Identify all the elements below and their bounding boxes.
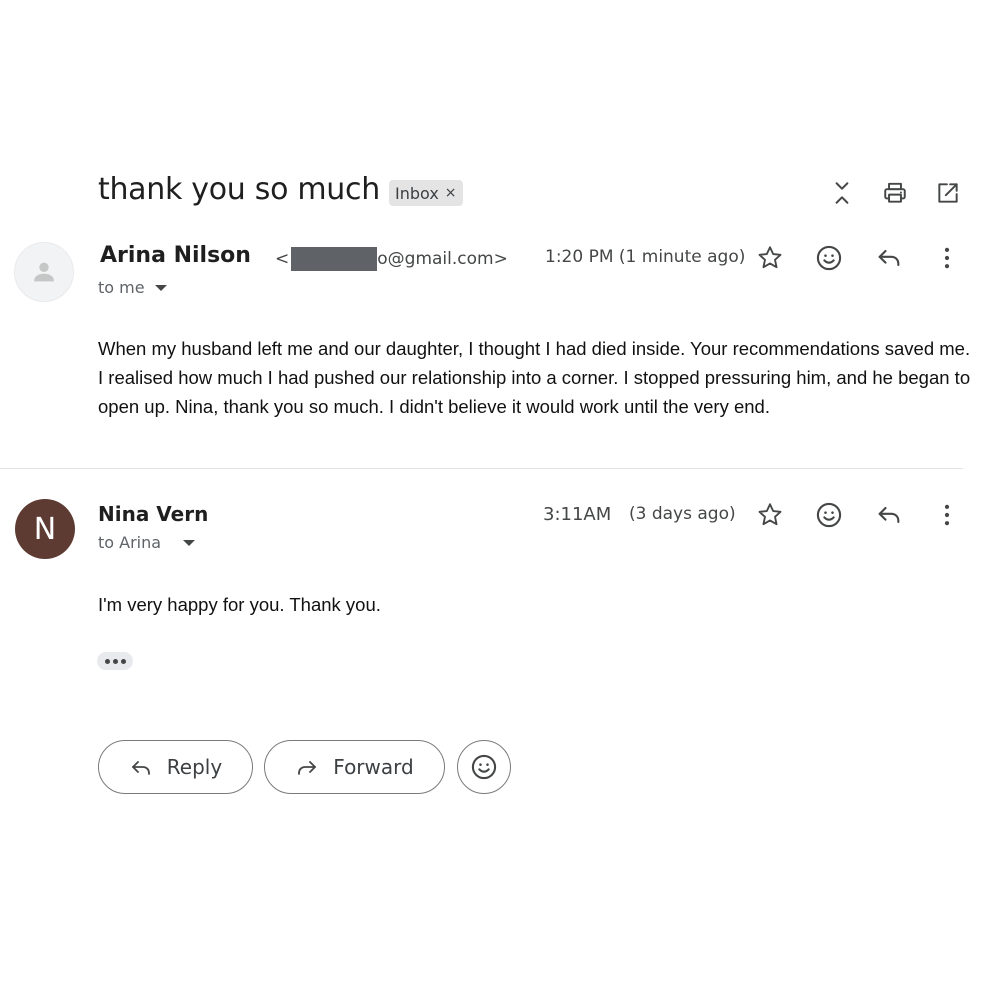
show-trimmed-content-button[interactable]: [97, 652, 133, 670]
person-icon: [34, 262, 54, 282]
star-icon[interactable]: [754, 499, 786, 531]
sender-name[interactable]: Nina Vern: [98, 502, 208, 526]
avatar[interactable]: [14, 242, 74, 302]
recipient-details[interactable]: to me: [98, 278, 167, 297]
reply-icon: [131, 761, 150, 775]
reply-icon[interactable]: [873, 499, 905, 531]
inbox-label-chip[interactable]: Inbox ×: [389, 180, 463, 206]
message-body: When my husband left me and our daughter…: [98, 338, 971, 417]
forward-icon: [298, 761, 317, 775]
reply-button-label: Reply: [166, 755, 223, 779]
dot-icon: [104, 658, 110, 664]
avatar[interactable]: N: [15, 499, 75, 559]
star-icon[interactable]: [754, 242, 786, 274]
email-subject: thank you so much: [98, 172, 380, 207]
recipient-text: to me: [98, 278, 145, 297]
reply-button[interactable]: Reply: [98, 740, 253, 794]
message-relative-time: (3 days ago): [629, 504, 736, 524]
message-timestamp: 3:11AM: [543, 504, 612, 525]
message-divider: [0, 468, 963, 469]
recipient-text: to Arina: [98, 533, 162, 552]
chevron-down-icon[interactable]: [183, 539, 196, 546]
emoji-reaction-icon[interactable]: [813, 242, 845, 274]
dot-icon: [112, 658, 118, 664]
inbox-label-text: Inbox: [395, 183, 439, 203]
print-icon[interactable]: [880, 178, 910, 208]
open-in-new-window-icon[interactable]: [933, 178, 963, 208]
sender-email: < o@gmail.com>: [275, 247, 508, 271]
remove-label-icon[interactable]: ×: [445, 185, 457, 201]
message-timestamp: 1:20 PM (1 minute ago): [545, 247, 746, 267]
collapse-all-icon[interactable]: [827, 178, 857, 208]
emoji-icon: [471, 754, 497, 780]
emoji-reaction-icon[interactable]: [813, 499, 845, 531]
redacted-block: [291, 247, 378, 271]
reply-icon[interactable]: [873, 242, 905, 274]
more-options-icon[interactable]: [931, 242, 963, 274]
sender-name[interactable]: Arina Nilson: [100, 243, 251, 268]
recipient-details[interactable]: to Arina: [98, 533, 196, 552]
dot-icon: [120, 658, 126, 664]
chevron-down-icon[interactable]: [154, 284, 167, 291]
sender-email-prefix: <: [275, 249, 290, 269]
sender-email-suffix: o@gmail.com>: [377, 249, 508, 269]
more-options-icon[interactable]: [931, 499, 963, 531]
forward-button-label: Forward: [333, 755, 414, 779]
message-body: I'm very happy for you. Thank you.: [98, 594, 381, 615]
forward-button[interactable]: Forward: [264, 740, 445, 794]
emoji-reaction-button[interactable]: [457, 740, 511, 794]
